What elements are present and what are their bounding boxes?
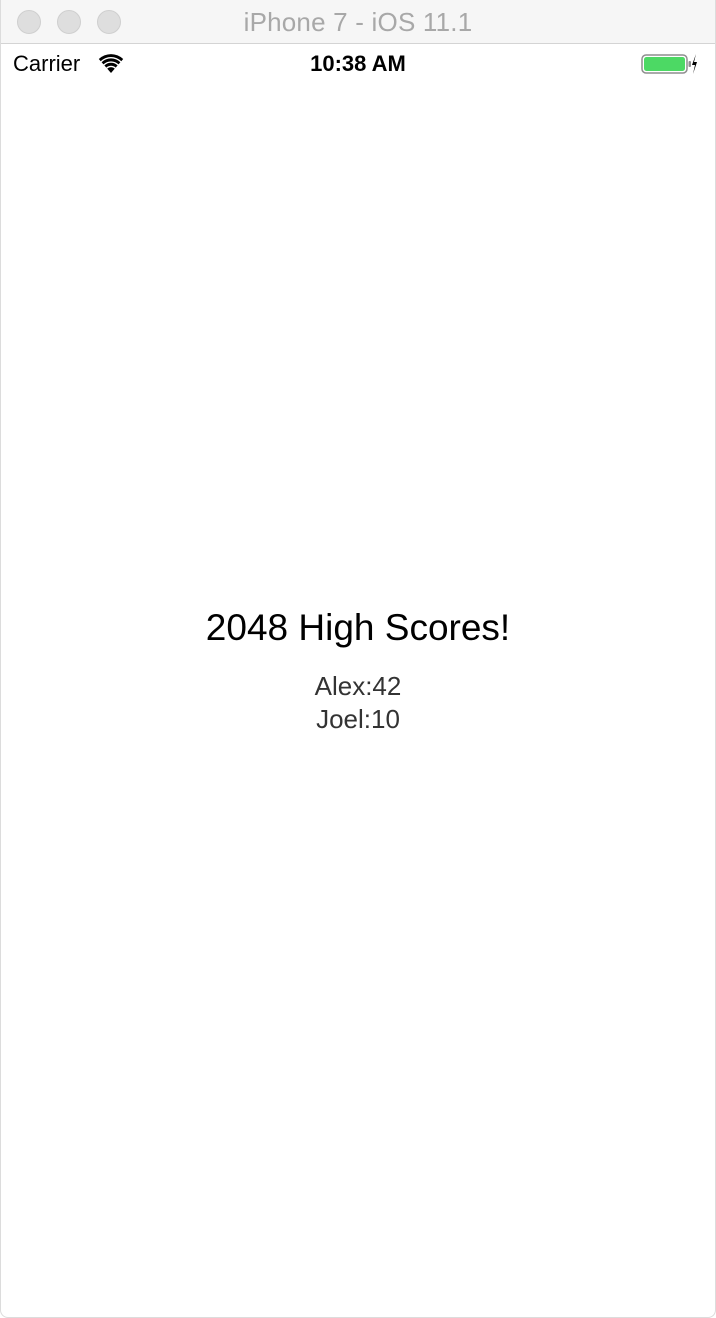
score-row: Alex:42 (314, 671, 402, 701)
charging-bolt-icon (692, 54, 697, 74)
score-list: Alex:42 Joel:10 (1, 670, 715, 736)
battery-icon (641, 54, 697, 74)
window-titlebar: iPhone 7 - iOS 11.1 (1, 0, 715, 44)
page-title: 2048 High Scores! (205, 607, 511, 648)
score-row: Joel:10 (316, 704, 400, 734)
ios-status-bar: Carrier 10:38 AM (1, 44, 715, 84)
high-scores-view: 2048 High Scores! Alex:42 Joel:10 (1, 604, 715, 736)
simulator-window: iPhone 7 - iOS 11.1 Carrier 10:38 AM 204… (0, 0, 716, 1318)
window-title: iPhone 7 - iOS 11.1 (243, 7, 473, 37)
status-time: 10:38 AM (310, 51, 406, 76)
